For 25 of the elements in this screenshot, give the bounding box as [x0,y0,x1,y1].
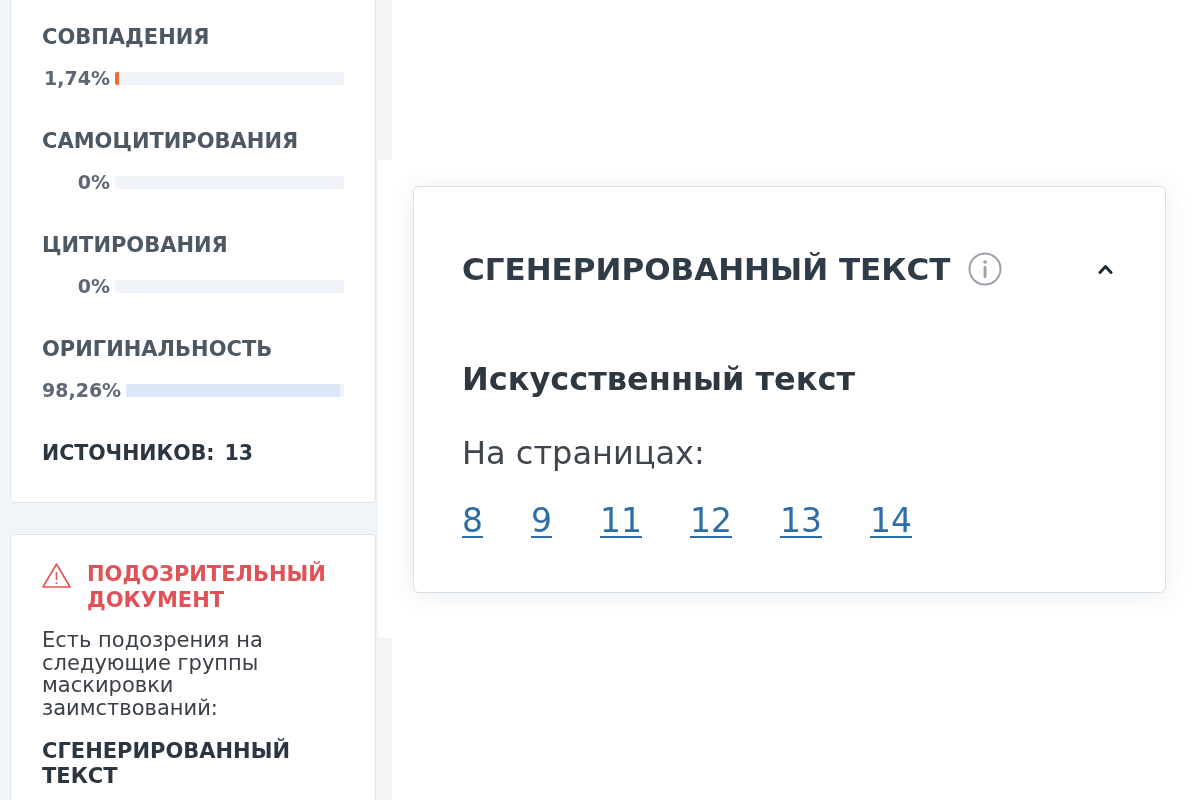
metric-value: 1,74% [43,66,110,90]
pages-label: На страницах: [462,433,706,473]
chevron-icon[interactable] [1098,264,1113,274]
alert-text: Есть подозрения на следующие группы маскировки заимствований: [42,629,264,719]
sources-count: 13 [224,441,254,465]
metric-value: 98,26% [42,378,122,402]
page-link[interactable]: 12 [690,500,732,542]
page-link[interactable]: 13 [780,500,822,542]
suspicion-group: СГЕНЕРИРОВАННЫЙ ТЕКСТ [42,739,344,789]
page-link[interactable]: 11 [600,500,642,542]
section-subtitle: Искусственный текст [462,359,856,399]
sources-label: ИСТОЧНИКОВ: [42,441,215,465]
metric-label: ЦИТИРОВАНИЯ [42,233,229,258]
alert-title: ПОДОЗРИТЕЛЬНЫЙ ДОКУМЕНТ [87,561,327,613]
page-link[interactable]: 9 [531,500,552,542]
metric-label: ОРИГИНАЛЬНОСТЬ [42,337,274,362]
metric-label: СОВПАДЕНИЯ [42,25,211,50]
section-title: СГЕНЕРИРОВАННЫЙ ТЕКСТ [462,250,951,288]
metric-value: 0% [76,170,110,194]
warning-icon [42,563,71,588]
metric-label: САМОЦИТИРОВАНИЯ [42,129,300,154]
page-link[interactable]: 8 [462,500,483,542]
page-link[interactable]: 14 [870,500,912,542]
metric-value: 0% [76,274,110,298]
info-icon[interactable] [968,252,1003,286]
